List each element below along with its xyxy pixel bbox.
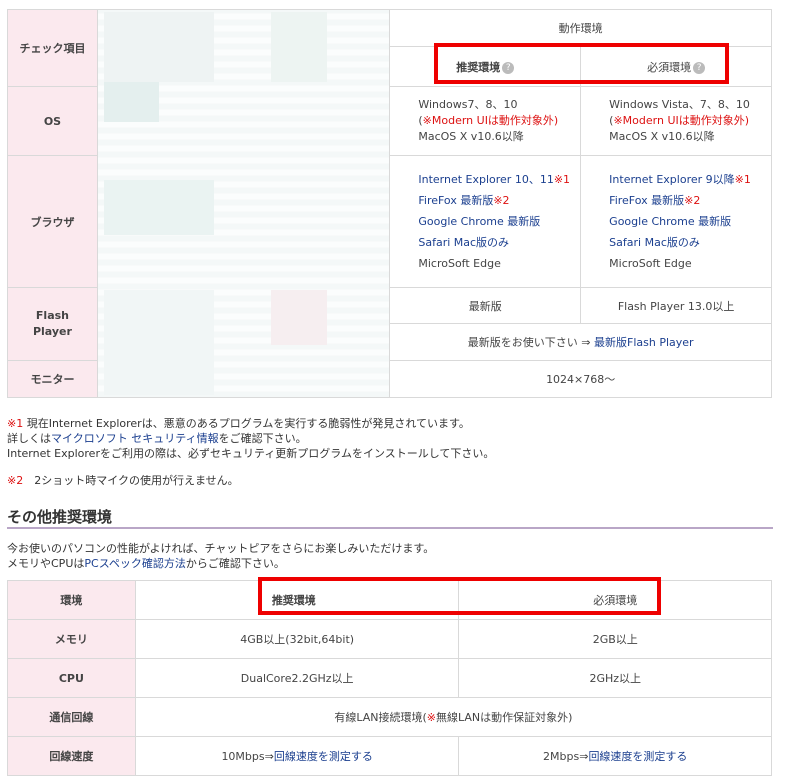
speed-test-link[interactable]: 回線速度を測定する <box>588 750 687 763</box>
highlight-box <box>258 577 661 615</box>
blur-tile <box>104 12 214 82</box>
browser-link[interactable]: Safari Mac版のみ <box>609 236 700 249</box>
check-item-header: チェック項目 <box>7 9 98 87</box>
os-recommended: Windows7、8、10 (※Modern UIは動作対象外) MacOS X… <box>389 86 582 156</box>
flash-player-link[interactable]: 最新版Flash Player <box>594 336 694 349</box>
section-description: 今お使いのパソコンの性能がよければ、チャットピアをさらにお楽しみいただけます。 … <box>7 542 435 570</box>
memory-recommended: 4GB以上(32bit,64bit) <box>134 619 460 659</box>
blur-tile <box>104 82 159 122</box>
browser-required: Internet Explorer 9以降※1 FireFox 最新版※2 Go… <box>580 155 772 288</box>
blur-tile <box>271 290 327 345</box>
env-label: 環境 <box>7 580 136 620</box>
browser-label: ブラウザ <box>7 155 98 288</box>
line-label: 通信回線 <box>7 697 136 737</box>
browser-link[interactable]: Internet Explorer 10、11 <box>418 173 553 186</box>
browser-link[interactable]: Google Chrome 最新版 <box>609 215 731 228</box>
browser-link[interactable]: Internet Explorer 9以降 <box>609 173 734 186</box>
pc-spec-link[interactable]: PCスペック確認方法 <box>84 557 186 570</box>
blur-tile <box>271 12 327 82</box>
cpu-recommended: DualCore2.2GHz以上 <box>134 658 460 698</box>
env-header: 動作環境 <box>389 9 772 47</box>
os-label: OS <box>7 86 98 156</box>
speed-required: 2Mbps⇒回線速度を測定する <box>458 736 772 776</box>
section-divider <box>7 527 773 529</box>
os-required: Windows Vista、7、8、10 (※Modern UIは動作対象外) … <box>580 86 772 156</box>
blur-tile <box>104 290 214 395</box>
flash-label: Flash Player <box>7 287 98 361</box>
cpu-label: CPU <box>7 658 136 698</box>
flash-required: Flash Player 13.0以上 <box>580 287 772 324</box>
speed-label: 回線速度 <box>7 736 136 776</box>
monitor-label: モニター <box>7 360 98 398</box>
speed-recommended: 10Mbps⇒回線速度を測定する <box>134 736 460 776</box>
browser-link[interactable]: Google Chrome 最新版 <box>418 215 540 228</box>
speed-test-link[interactable]: 回線速度を測定する <box>274 750 373 763</box>
line-value: 有線LAN接続環境(※無線LANは動作保証対象外) <box>134 697 773 737</box>
blur-tile <box>104 180 214 235</box>
flash-note: 最新版をお使い下さい ⇒ 最新版Flash Player <box>389 323 772 361</box>
browser-recommended: Internet Explorer 10、11※1 FireFox 最新版※2 … <box>389 155 582 288</box>
note-2: ※2 2ショット時マイクの使用が行えません。 <box>7 474 239 487</box>
memory-label: メモリ <box>7 619 136 659</box>
cpu-required: 2GHz以上 <box>458 658 772 698</box>
memory-required: 2GB以上 <box>458 619 772 659</box>
highlight-box <box>434 43 729 84</box>
flash-recommended: 最新版 <box>389 287 582 324</box>
browser-link[interactable]: FireFox 最新版 <box>609 194 684 207</box>
browser-link[interactable]: FireFox 最新版 <box>418 194 493 207</box>
note-1: ※1 現在Internet Explorerは、悪意のあるプログラムを実行する脆… <box>7 417 495 460</box>
section-title: その他推奨環境 <box>7 508 113 526</box>
monitor-value: 1024×768〜 <box>389 360 772 398</box>
security-info-link[interactable]: マイクロソフト セキュリティ情報 <box>51 432 219 445</box>
browser-link[interactable]: Safari Mac版のみ <box>418 236 509 249</box>
